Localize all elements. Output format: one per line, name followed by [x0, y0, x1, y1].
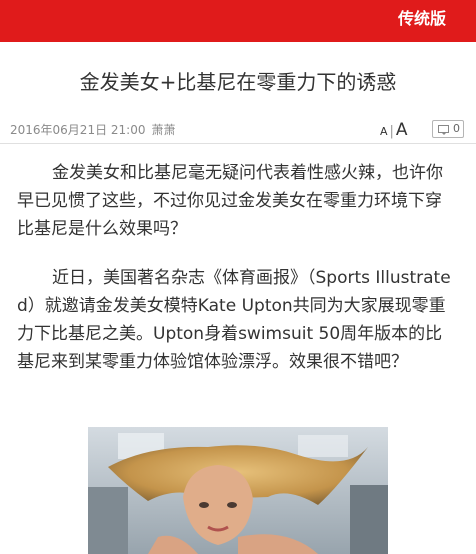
article-paragraph-2: 近日，美国著名杂志《体育画报》（Sports Illustrated）就邀请金发… [17, 268, 451, 372]
font-increase-button[interactable]: A [396, 120, 408, 140]
classic-version-link[interactable]: 传统版 [398, 9, 446, 29]
article-photo [88, 427, 388, 554]
article-title: 金发美女+比基尼在零重力下的诱惑 [79, 70, 397, 94]
article-paragraph-1: 金发美女和比基尼毫无疑问代表着性感火辣，也许你早已见惯了这些，不过你见过金发美女… [17, 163, 443, 239]
header-divider [0, 143, 476, 144]
top-bar: 传统版 [0, 0, 476, 42]
comment-icon [438, 125, 449, 135]
font-size-controls: A | A [380, 120, 408, 142]
font-size-separator: | [389, 124, 394, 139]
author-name: 萧萧 [151, 123, 176, 137]
article-meta: 2016年06月21日 21:00 萧萧 [10, 122, 176, 138]
comment-button[interactable]: 0 [432, 120, 464, 138]
comment-count: 0 [453, 122, 460, 135]
font-decrease-button[interactable]: A [380, 125, 388, 138]
publish-date: 2016年06月21日 21:00 [10, 123, 146, 137]
